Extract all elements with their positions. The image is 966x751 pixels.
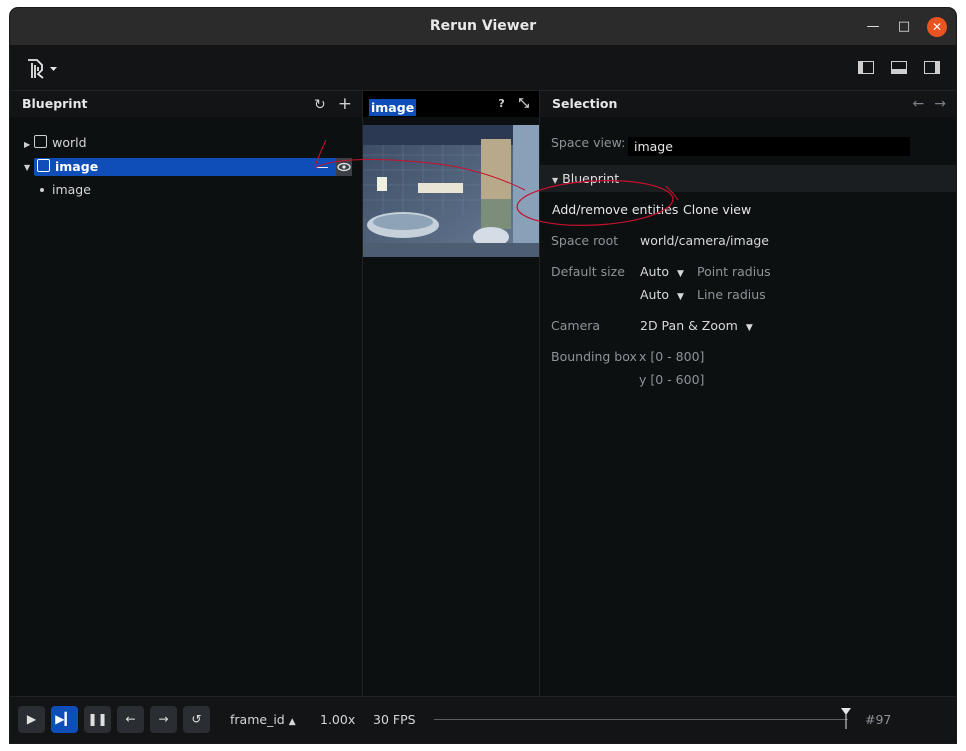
blueprint-title: Blueprint bbox=[22, 96, 88, 111]
add-remove-entities-button[interactable]: Add/remove entities bbox=[552, 201, 678, 219]
selection-panel: Selection ← → Space view: image ▼ Blueprin… bbox=[540, 91, 956, 696]
reset-blueprint-icon[interactable]: ↻ bbox=[314, 97, 326, 113]
visibility-eye-icon[interactable] bbox=[336, 158, 352, 176]
point-radius-value: Auto bbox=[640, 264, 670, 279]
point-radius-label: Point radius bbox=[697, 264, 771, 279]
bounding-box-x: x [0 - 800] bbox=[639, 349, 705, 364]
entity-dot-icon bbox=[40, 188, 44, 192]
selection-header: Selection ← → bbox=[540, 91, 956, 117]
camera-value: 2D Pan & Zoom bbox=[640, 318, 738, 333]
image-view[interactable] bbox=[363, 125, 539, 257]
cube-icon bbox=[37, 159, 50, 172]
app-window: Rerun Viewer — □ ✕ Blueprint ↻ + ▶ world bbox=[10, 8, 956, 743]
timeline-name: frame_id bbox=[230, 712, 285, 727]
line-radius-label: Line radius bbox=[697, 287, 766, 302]
tree-item-label: image bbox=[52, 182, 91, 197]
layout-toggles bbox=[846, 59, 940, 78]
play-button[interactable]: ▶ bbox=[18, 706, 45, 733]
dropdown-triangle-icon: ▼ bbox=[677, 292, 684, 302]
dropdown-triangle-icon: ▼ bbox=[745, 323, 753, 333]
blueprint-section-header[interactable]: ▼ Blueprint bbox=[540, 165, 956, 192]
add-space-view-icon[interactable]: + bbox=[338, 94, 352, 114]
rerun-logo-icon bbox=[28, 59, 57, 79]
collapsed-triangle-icon[interactable]: ▶ bbox=[24, 140, 30, 149]
tree-item-image-entity[interactable]: image bbox=[40, 181, 340, 199]
step-forward-button[interactable]: → bbox=[150, 706, 177, 733]
maximize-button[interactable]: □ bbox=[894, 17, 914, 37]
blueprint-panel: Blueprint ↻ + ▶ world ▼ image — image bbox=[10, 91, 363, 696]
close-button[interactable]: ✕ bbox=[927, 17, 947, 37]
window-title: Rerun Viewer bbox=[429, 18, 537, 34]
fps-setting[interactable]: 30 FPS bbox=[373, 712, 416, 727]
selection-title: Selection bbox=[552, 96, 618, 111]
loop-button[interactable]: ↺ bbox=[183, 706, 210, 733]
cube-icon bbox=[34, 135, 48, 148]
up-triangle-icon: ▲ bbox=[288, 717, 296, 727]
pause-button[interactable]: ❚❚ bbox=[84, 706, 111, 733]
forward-arrow-icon[interactable]: → bbox=[934, 96, 946, 112]
playback-speed[interactable]: 1.00x bbox=[320, 712, 355, 727]
expanded-triangle-icon: ▼ bbox=[552, 176, 559, 185]
expanded-triangle-icon[interactable]: ▼ bbox=[24, 163, 30, 172]
line-radius-value: Auto bbox=[640, 287, 670, 302]
tree-item-label: world bbox=[52, 135, 87, 150]
frame-number: #97 bbox=[865, 712, 892, 727]
default-size-label: Default size bbox=[551, 264, 625, 279]
clone-view-button[interactable]: Clone view bbox=[683, 201, 751, 219]
bounding-box-label: Bounding box bbox=[551, 349, 637, 364]
space-view-panel: ? ⤡ image bbox=[363, 91, 540, 696]
space-view-name-input[interactable]: image bbox=[628, 137, 910, 156]
top-bar bbox=[10, 45, 956, 91]
bounding-box-y: y [0 - 600] bbox=[639, 372, 705, 387]
timeline-selector[interactable]: frame_id ▲ bbox=[230, 712, 296, 727]
toggle-bottom-panel-icon[interactable] bbox=[890, 61, 907, 74]
rerun-menu-button[interactable] bbox=[26, 57, 60, 83]
toggle-left-panel-icon[interactable] bbox=[857, 61, 874, 74]
blueprint-header: Blueprint ↻ + bbox=[10, 91, 362, 117]
follow-button[interactable]: ▶▎ bbox=[51, 706, 78, 733]
help-icon[interactable]: ? bbox=[498, 97, 504, 110]
tree-item-image-selected[interactable]: image — bbox=[34, 158, 352, 176]
camera-label: Camera bbox=[551, 318, 601, 333]
time-slider-track[interactable] bbox=[434, 719, 848, 720]
line-radius-dropdown[interactable]: Auto ▼ bbox=[640, 286, 684, 306]
title-bar: Rerun Viewer — □ ✕ bbox=[10, 8, 956, 45]
time-slider-handle[interactable] bbox=[841, 708, 852, 729]
point-radius-dropdown[interactable]: Auto ▼ bbox=[640, 263, 684, 283]
minimize-view-icon[interactable]: ⤡ bbox=[519, 96, 529, 111]
camera-dropdown[interactable]: 2D Pan & Zoom ▼ bbox=[640, 317, 753, 337]
timeline-bar: ▶ ▶▎ ❚❚ ← → ↺ frame_id ▲ 1.00x 30 FPS #9… bbox=[10, 696, 956, 743]
space-root-value: world/camera/image bbox=[640, 233, 769, 248]
dropdown-triangle-icon: ▼ bbox=[677, 269, 684, 279]
bathroom-image bbox=[363, 125, 539, 257]
back-arrow-icon[interactable]: ← bbox=[913, 96, 925, 112]
toggle-right-panel-icon[interactable] bbox=[924, 61, 940, 74]
minimize-button[interactable]: — bbox=[863, 17, 883, 37]
tree-item-label: image bbox=[55, 159, 99, 174]
step-back-button[interactable]: ← bbox=[117, 706, 144, 733]
section-title: Blueprint bbox=[562, 171, 620, 186]
space-view-label: Space view: bbox=[551, 135, 626, 150]
tree-item-world[interactable]: ▶ world bbox=[24, 134, 344, 152]
remove-space-view-button[interactable]: — bbox=[316, 158, 329, 176]
space-view-tab[interactable]: image bbox=[369, 99, 417, 116]
space-root-label: Space root bbox=[551, 233, 619, 248]
